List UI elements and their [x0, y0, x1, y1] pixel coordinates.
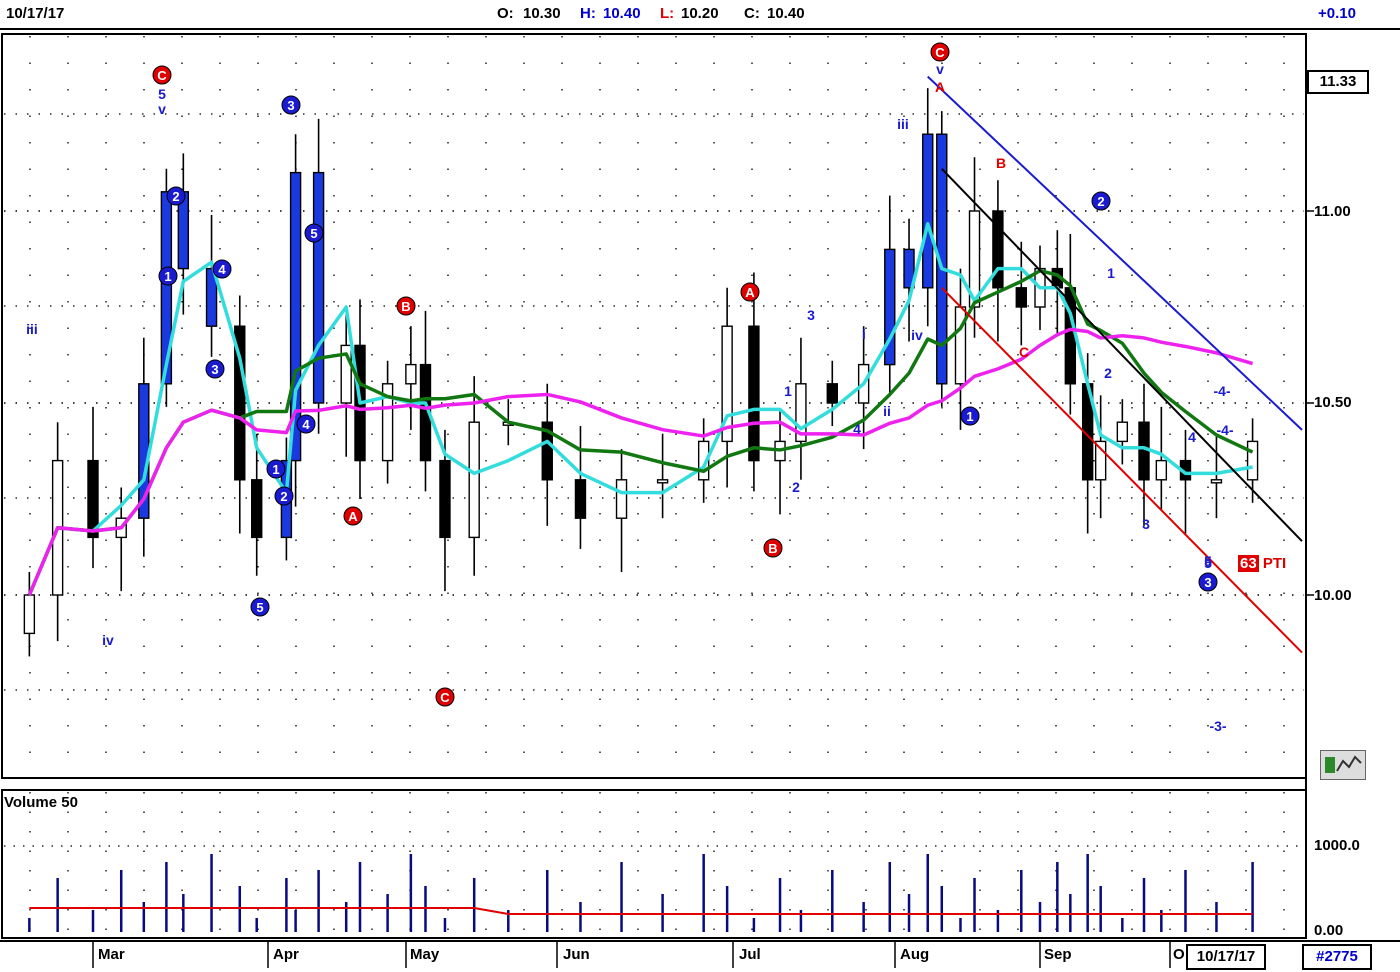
price-candle: [748, 325, 760, 462]
month-jun: Jun: [563, 946, 590, 963]
wave-label-plain: ii: [883, 403, 891, 419]
wave-label-plain: 4: [1188, 429, 1196, 445]
volume-panel-title: Volume 50: [4, 794, 78, 811]
price-tick-10: 10.00: [1314, 587, 1352, 604]
wave-label-plain: iv: [911, 327, 923, 343]
wave-label-blue: 4: [302, 417, 310, 432]
price-candle: [1210, 479, 1223, 484]
price-chart[interactable]: CBACABC21 433541251235viiiiv3iiiiiiiv1245…: [0, 0, 1400, 970]
price-panel-frame: [1, 33, 1307, 779]
wave-label-plain: 1: [1107, 265, 1115, 281]
wave-label-blue: 2: [280, 489, 287, 504]
wave-label-plain: -3-: [1209, 718, 1226, 734]
price-candle: [312, 171, 325, 404]
channel-upper-line: [927, 75, 1303, 431]
month-aug: Aug: [900, 946, 930, 963]
price-candle: [439, 459, 451, 539]
month-jul: Jul: [739, 946, 761, 963]
wave-label-plain: A: [935, 79, 945, 95]
price-candle: [251, 479, 263, 539]
volume-tick-0: 0.00: [1314, 922, 1344, 939]
wave-label-blue: 3: [1204, 575, 1211, 590]
price-candle: [1094, 440, 1107, 481]
price-candle: [23, 594, 36, 635]
price-tick-11: 11.00: [1314, 203, 1351, 220]
price-candle: [1155, 459, 1168, 481]
wave-label-plain: -4-: [1213, 383, 1230, 399]
chart-number: #2775: [1302, 944, 1372, 970]
wave-label-plain: 5: [158, 86, 166, 102]
price-candle: [615, 479, 628, 519]
wave-label-blue: 3: [211, 362, 218, 377]
price-tick-10-5: 10.50: [1314, 394, 1352, 411]
trend-line: [941, 168, 1303, 542]
wave-label-plain: iv: [102, 632, 114, 648]
month-sep: Sep: [1044, 946, 1072, 963]
price-candle: [574, 479, 587, 519]
price-candle: [1138, 421, 1150, 481]
wave-label-blue: 1: [272, 462, 279, 477]
wave-label-blue: 3: [287, 98, 294, 113]
wave-label-blue: 5: [310, 226, 317, 241]
wave-label-blue: 5: [256, 600, 263, 615]
wave-label-red: C: [440, 690, 450, 705]
wave-label-plain: B: [996, 155, 1006, 171]
pti-indicator: 63 PTI: [1238, 555, 1286, 572]
wave-label-blue: 2: [172, 189, 179, 204]
wave-label-red: C: [935, 45, 945, 60]
volume-panel-frame: [1, 789, 1307, 939]
month-apr: Apr: [273, 946, 299, 963]
wave-label-red: A: [348, 509, 358, 524]
wave-label-blue: 1: [966, 409, 973, 424]
wave-label-plain: 4: [853, 421, 861, 437]
price-candle: [656, 479, 669, 484]
wave-label-plain: 2: [792, 479, 800, 495]
price-candle: [1116, 421, 1129, 443]
wave-label-red: A: [745, 285, 755, 300]
month-may: May: [410, 946, 440, 963]
settings-glyph-icon: [1325, 755, 1362, 773]
price-candle: [405, 363, 417, 385]
wave-label-plain: v: [936, 61, 944, 77]
wave-label-plain: v: [158, 101, 166, 117]
wave-label-blue: 1: [164, 269, 171, 284]
month-oct: O: [1173, 946, 1185, 963]
current-date-box: 10/17/17: [1186, 944, 1266, 970]
pti-label: PTI: [1262, 555, 1287, 572]
wave-label-blue: 4: [218, 262, 226, 277]
wave-label-plain: 3: [1142, 516, 1150, 532]
chart-settings-icon[interactable]: [1320, 750, 1366, 780]
wave-label-plain: 1: [784, 383, 792, 399]
month-mar: Mar: [98, 946, 125, 963]
price-candle: [826, 383, 838, 404]
wave-label-plain: iii: [897, 116, 909, 132]
price-candle: [1015, 287, 1027, 308]
wave-label-plain: 3: [807, 307, 815, 323]
price-candle: [1246, 440, 1259, 481]
wave-label-plain: C: [1019, 344, 1029, 360]
price-candle: [922, 133, 934, 289]
wave-label-plain: 2: [1104, 365, 1112, 381]
wave-label-plain: iii: [26, 321, 38, 337]
current-price-box: 11.33: [1307, 70, 1369, 94]
wave-label-blue: 2: [1097, 194, 1104, 209]
wave-label-plain: 5: [1204, 553, 1212, 569]
wave-label-red: C: [157, 68, 167, 83]
wave-label-red: B: [768, 541, 777, 556]
wave-label-red: B: [401, 299, 410, 314]
wave-label-plain: -4-: [1216, 422, 1233, 438]
wave-label-plain: i: [862, 326, 866, 342]
volume-tick-1000: 1000.0: [1314, 837, 1360, 854]
price-candle: [468, 421, 480, 539]
pti-value: 63: [1238, 555, 1259, 572]
